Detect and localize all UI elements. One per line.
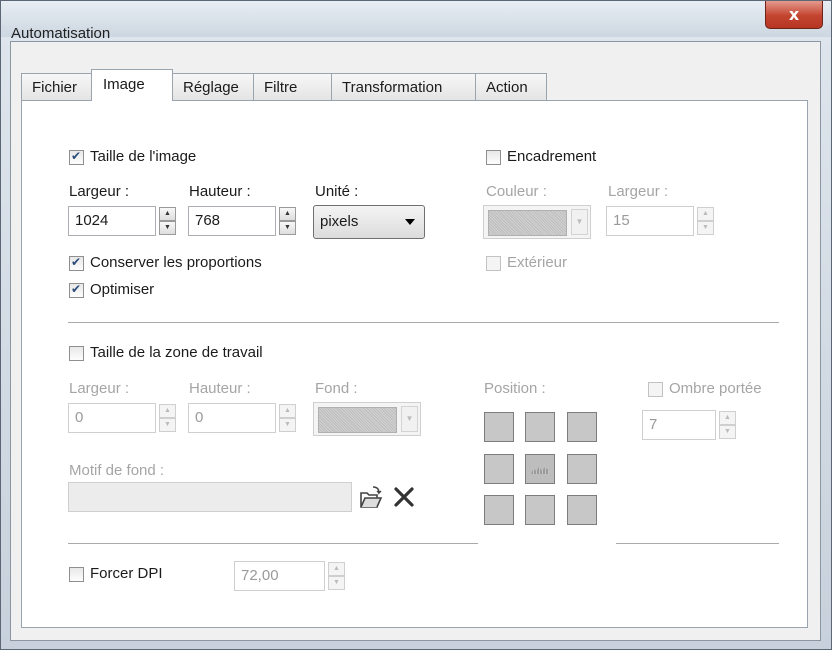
spin-up-icon[interactable]: ▲ bbox=[159, 404, 176, 418]
unit-select-value: pixels bbox=[320, 213, 359, 230]
image-width-input[interactable]: 1024 bbox=[68, 206, 156, 236]
optimize-checkbox[interactable] bbox=[69, 282, 84, 298]
frame-checkbox[interactable] bbox=[486, 150, 501, 165]
drop-shadow-input[interactable]: 7 bbox=[642, 410, 716, 440]
spin-down-icon[interactable]: ▼ bbox=[279, 418, 296, 432]
force-dpi-label: Forcer DPI bbox=[90, 565, 163, 582]
position-top-right[interactable] bbox=[567, 412, 597, 442]
pattern-label: Motif de fond : bbox=[69, 462, 165, 479]
tab-fichier[interactable]: Fichier bbox=[21, 73, 92, 100]
frame-width-label: Largeur : bbox=[608, 183, 669, 200]
keep-ratio-label: Conserver les proportions bbox=[90, 254, 262, 271]
image-size-checkbox[interactable] bbox=[69, 149, 84, 165]
position-middle-right[interactable] bbox=[567, 454, 597, 484]
image-height-label: Hauteur : bbox=[189, 183, 251, 200]
separator bbox=[68, 543, 478, 545]
frame-width-spinner[interactable]: ▲ ▼ bbox=[697, 206, 714, 236]
canvas-size-checkbox[interactable] bbox=[69, 346, 84, 361]
tab-action[interactable]: Action bbox=[475, 73, 547, 100]
position-top-center[interactable] bbox=[525, 412, 555, 442]
delete-x-icon[interactable] bbox=[393, 485, 415, 509]
canvas-height-input[interactable]: 0 bbox=[188, 403, 276, 433]
image-tab-panel bbox=[21, 100, 808, 628]
spin-up-icon[interactable]: ▲ bbox=[697, 207, 714, 221]
window-title: Automatisation bbox=[11, 25, 111, 42]
canvas-width-input[interactable]: 0 bbox=[68, 403, 156, 433]
separator bbox=[68, 322, 779, 324]
unit-label: Unité : bbox=[315, 183, 359, 200]
drop-shadow-checkbox[interactable] bbox=[648, 382, 663, 397]
outside-label: Extérieur bbox=[507, 254, 568, 271]
canvas-height-spinner[interactable]: ▲ ▼ bbox=[279, 403, 296, 433]
frame-color-label: Couleur : bbox=[486, 183, 547, 200]
tab-image[interactable]: Image bbox=[91, 69, 173, 101]
position-label: Position : bbox=[484, 380, 546, 397]
tab-reglage[interactable]: Réglage bbox=[172, 73, 254, 100]
canvas-size-label: Taille de la zone de travail bbox=[90, 344, 263, 361]
chevron-down-icon bbox=[405, 219, 415, 225]
spin-up-icon[interactable]: ▲ bbox=[279, 404, 296, 418]
position-center[interactable] bbox=[525, 454, 555, 484]
frame-label: Encadrement bbox=[507, 148, 597, 165]
position-middle-left[interactable] bbox=[484, 454, 514, 484]
image-height-input[interactable]: 768 bbox=[188, 206, 276, 236]
tab-transformation[interactable]: Transformation bbox=[331, 73, 476, 100]
image-width-spinner[interactable]: ▲ ▼ bbox=[159, 206, 176, 236]
frame-color-select[interactable]: ▼ bbox=[483, 205, 591, 239]
chevron-down-icon: ▼ bbox=[401, 406, 418, 432]
force-dpi-checkbox[interactable] bbox=[69, 567, 84, 582]
spin-down-icon[interactable]: ▼ bbox=[719, 425, 736, 439]
dpi-input[interactable]: 72,00 bbox=[234, 561, 325, 591]
title-bar: Automatisation x bbox=[1, 1, 831, 42]
chevron-down-icon: ▼ bbox=[571, 209, 588, 235]
canvas-background-label: Fond : bbox=[315, 380, 358, 397]
image-size-label: Taille de l'image bbox=[90, 148, 197, 165]
drop-shadow-label: Ombre portée bbox=[669, 380, 762, 397]
spin-up-icon[interactable]: ▲ bbox=[719, 411, 736, 425]
spin-down-icon[interactable]: ▼ bbox=[328, 576, 345, 590]
spin-down-icon[interactable]: ▼ bbox=[159, 221, 176, 235]
drop-shadow-spinner[interactable]: ▲ ▼ bbox=[719, 410, 736, 440]
frame-color-swatch bbox=[488, 210, 567, 236]
outside-checkbox[interactable] bbox=[486, 256, 501, 271]
spin-up-icon[interactable]: ▲ bbox=[328, 562, 345, 576]
canvas-background-select[interactable]: ▼ bbox=[313, 402, 421, 436]
frame-width-input[interactable]: 15 bbox=[606, 206, 694, 236]
canvas-background-swatch bbox=[318, 407, 397, 433]
folder-open-icon[interactable] bbox=[359, 483, 383, 511]
position-bottom-left[interactable] bbox=[484, 495, 514, 525]
spin-up-icon[interactable]: ▲ bbox=[279, 207, 296, 221]
keep-ratio-checkbox[interactable] bbox=[69, 255, 84, 271]
tab-filtre[interactable]: Filtre bbox=[253, 73, 332, 100]
position-bottom-right[interactable] bbox=[567, 495, 597, 525]
separator bbox=[616, 543, 779, 545]
canvas-height-label: Hauteur : bbox=[189, 380, 251, 397]
position-top-left[interactable] bbox=[484, 412, 514, 442]
spin-down-icon[interactable]: ▼ bbox=[279, 221, 296, 235]
canvas-width-spinner[interactable]: ▲ ▼ bbox=[159, 403, 176, 433]
image-height-spinner[interactable]: ▲ ▼ bbox=[279, 206, 296, 236]
pattern-input[interactable] bbox=[68, 482, 352, 512]
spin-up-icon[interactable]: ▲ bbox=[159, 207, 176, 221]
dpi-spinner[interactable]: ▲ ▼ bbox=[328, 561, 345, 591]
spin-down-icon[interactable]: ▼ bbox=[159, 418, 176, 432]
position-bottom-center[interactable] bbox=[525, 495, 555, 525]
optimize-label: Optimiser bbox=[90, 281, 155, 298]
canvas-width-label: Largeur : bbox=[69, 380, 130, 397]
unit-select[interactable]: pixels bbox=[313, 205, 425, 239]
spin-down-icon[interactable]: ▼ bbox=[697, 221, 714, 235]
close-button[interactable]: x bbox=[765, 1, 823, 29]
image-width-label: Largeur : bbox=[69, 183, 130, 200]
